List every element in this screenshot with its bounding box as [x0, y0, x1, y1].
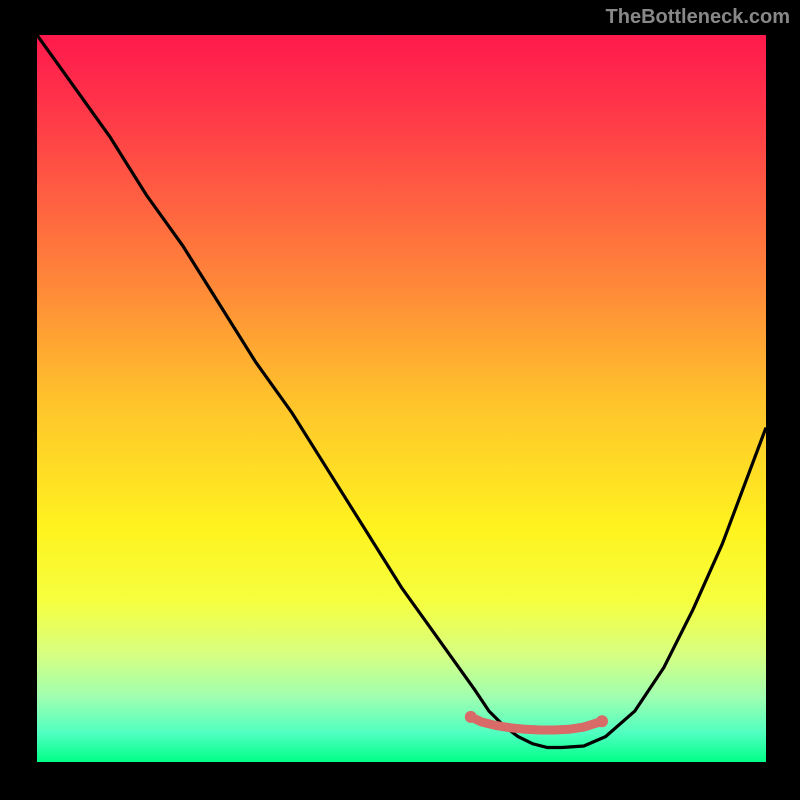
bottleneck-curve [37, 35, 766, 748]
watermark-text: TheBottleneck.com [606, 6, 790, 29]
optimal-range-marker [471, 717, 602, 730]
optimal-marker-start-dot [465, 711, 477, 723]
optimal-marker-end-dot [596, 715, 608, 727]
chart-svg [37, 35, 766, 762]
plot-area [37, 35, 766, 762]
